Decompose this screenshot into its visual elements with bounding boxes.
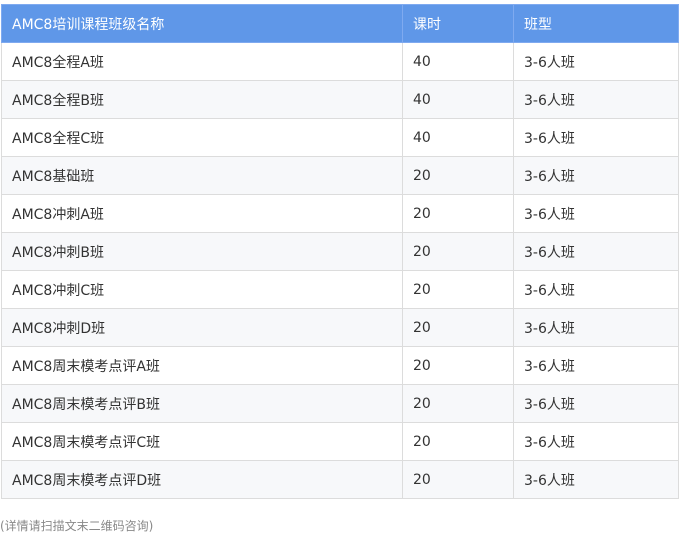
cell-course-name: AMC8全程A班 <box>1 42 403 81</box>
table-row: AMC8周末模考点评C班 20 3-6人班 <box>1 422 679 461</box>
table-row: AMC8冲刺A班 20 3-6人班 <box>1 194 679 233</box>
cell-course-name: AMC8冲刺D班 <box>1 308 403 347</box>
cell-class-type: 3-6人班 <box>513 422 679 461</box>
cell-hours: 20 <box>402 422 514 461</box>
cell-hours: 20 <box>402 346 514 385</box>
cell-course-name: AMC8周末模考点评D班 <box>1 460 403 499</box>
table-row: AMC8冲刺B班 20 3-6人班 <box>1 232 679 271</box>
cell-hours: 20 <box>402 460 514 499</box>
cell-course-name: AMC8全程C班 <box>1 118 403 157</box>
cell-course-name: AMC8周末模考点评A班 <box>1 346 403 385</box>
cell-course-name: AMC8周末模考点评B班 <box>1 384 403 423</box>
cell-hours: 20 <box>402 384 514 423</box>
cell-hours: 20 <box>402 308 514 347</box>
cell-class-type: 3-6人班 <box>513 156 679 195</box>
header-hours: 课时 <box>402 4 514 43</box>
cell-class-type: 3-6人班 <box>513 42 679 81</box>
cell-class-type: 3-6人班 <box>513 80 679 119</box>
course-table: AMC8培训课程班级名称 课时 班型 AMC8全程A班 40 3-6人班 AMC… <box>1 4 679 499</box>
cell-class-type: 3-6人班 <box>513 308 679 347</box>
cell-hours: 20 <box>402 194 514 233</box>
header-course-name: AMC8培训课程班级名称 <box>1 4 403 43</box>
cell-course-name: AMC8冲刺B班 <box>1 232 403 271</box>
cell-class-type: 3-6人班 <box>513 346 679 385</box>
table-row: AMC8周末模考点评A班 20 3-6人班 <box>1 346 679 385</box>
cell-hours: 20 <box>402 156 514 195</box>
table-row: AMC8冲刺C班 20 3-6人班 <box>1 270 679 309</box>
header-row: AMC8培训课程班级名称 课时 班型 <box>1 4 679 43</box>
cell-class-type: 3-6人班 <box>513 270 679 309</box>
cell-class-type: 3-6人班 <box>513 384 679 423</box>
cell-course-name: AMC8基础班 <box>1 156 403 195</box>
header-class-type: 班型 <box>513 4 679 43</box>
cell-course-name: AMC8全程B班 <box>1 80 403 119</box>
cell-course-name: AMC8冲刺C班 <box>1 270 403 309</box>
table-row: AMC8冲刺D班 20 3-6人班 <box>1 308 679 347</box>
cell-hours: 40 <box>402 118 514 157</box>
cell-class-type: 3-6人班 <box>513 118 679 157</box>
footnote-text: (详情请扫描文末二维码咨询) <box>0 519 154 533</box>
table-row: AMC8全程B班 40 3-6人班 <box>1 80 679 119</box>
table-header: AMC8培训课程班级名称 课时 班型 <box>1 4 679 43</box>
table-row: AMC8周末模考点评D班 20 3-6人班 <box>1 460 679 499</box>
cell-class-type: 3-6人班 <box>513 194 679 233</box>
table-row: AMC8全程C班 40 3-6人班 <box>1 118 679 157</box>
cell-hours: 20 <box>402 270 514 309</box>
table-row: AMC8基础班 20 3-6人班 <box>1 156 679 195</box>
cell-class-type: 3-6人班 <box>513 460 679 499</box>
table-row: AMC8全程A班 40 3-6人班 <box>1 42 679 81</box>
cell-hours: 40 <box>402 80 514 119</box>
cell-course-name: AMC8冲刺A班 <box>1 194 403 233</box>
cell-hours: 20 <box>402 232 514 271</box>
cell-hours: 40 <box>402 42 514 81</box>
table-body: AMC8全程A班 40 3-6人班 AMC8全程B班 40 3-6人班 AMC8… <box>1 42 679 499</box>
cell-course-name: AMC8周末模考点评C班 <box>1 422 403 461</box>
table-row: AMC8周末模考点评B班 20 3-6人班 <box>1 384 679 423</box>
cell-class-type: 3-6人班 <box>513 232 679 271</box>
